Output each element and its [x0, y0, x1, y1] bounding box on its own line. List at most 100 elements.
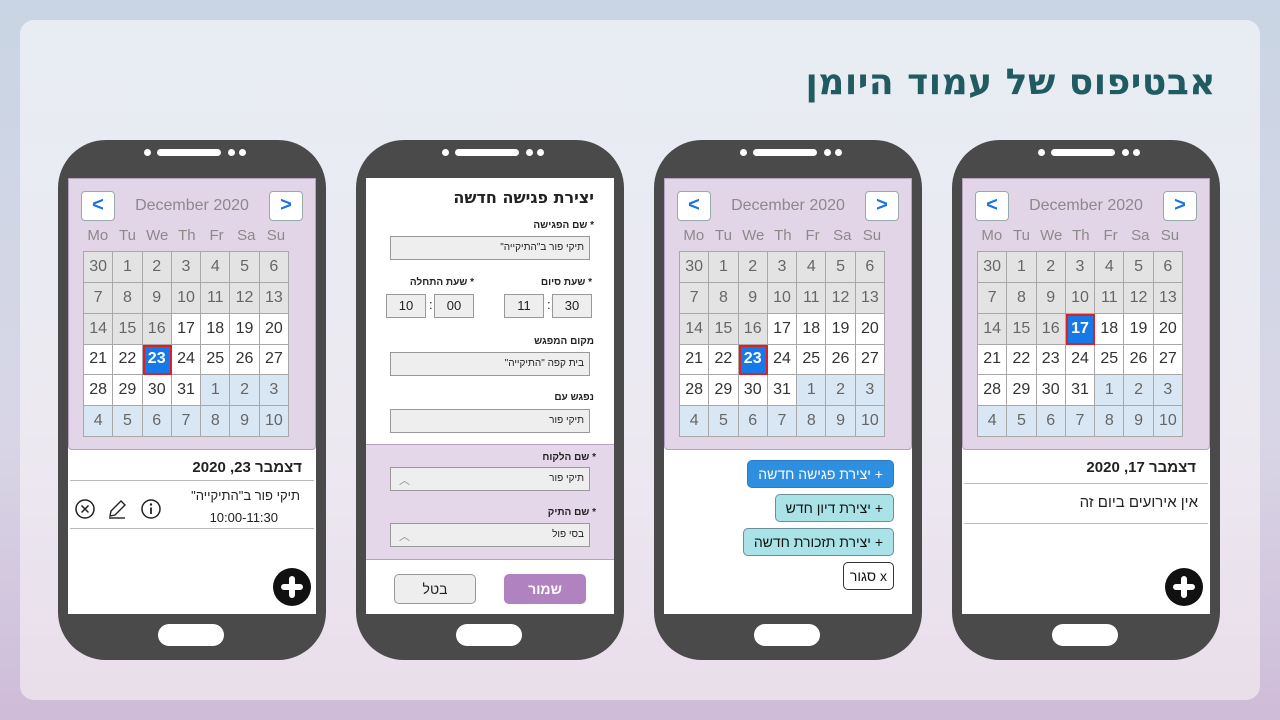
calendar-day[interactable]: 3 — [767, 252, 798, 283]
calendar-day[interactable]: 5 — [1124, 252, 1154, 283]
calendar-day[interactable]: 30 — [84, 252, 114, 283]
calendar-day[interactable]: 7 — [767, 406, 798, 437]
calendar-day[interactable]: 5 — [1007, 406, 1037, 437]
calendar-day[interactable]: 7 — [171, 406, 202, 437]
end-minute-input[interactable]: 30 — [552, 294, 592, 318]
calendar-day[interactable]: 1 — [1007, 252, 1037, 283]
calendar-day[interactable]: 3 — [1153, 375, 1183, 407]
calendar-day[interactable]: 12 — [1124, 282, 1154, 314]
calendar-day[interactable]: 2 — [826, 375, 856, 407]
calendar-day[interactable]: 4 — [680, 406, 710, 437]
calendar-day[interactable]: 1 — [1095, 375, 1125, 407]
calendar-day[interactable]: 25 — [1095, 344, 1125, 376]
calendar-day[interactable]: 20 — [855, 313, 885, 345]
calendar-day[interactable]: 2 — [1124, 375, 1154, 407]
calendar-day[interactable]: 1 — [113, 252, 143, 283]
calendar-day[interactable]: 7 — [84, 282, 114, 314]
meet-with-input[interactable]: תיקי פור — [390, 409, 590, 433]
calendar-day[interactable]: 6 — [1153, 252, 1183, 283]
calendar-day[interactable]: 9 — [738, 282, 768, 314]
calendar-day[interactable]: 24 — [767, 344, 798, 376]
calendar-day[interactable]: 26 — [230, 344, 260, 376]
calendar-day[interactable]: 10 — [855, 406, 885, 437]
calendar-day[interactable]: 31 — [171, 375, 202, 407]
calendar-day[interactable]: 26 — [1124, 344, 1154, 376]
calendar-day[interactable]: 28 — [680, 375, 710, 407]
calendar-day[interactable]: 17 — [767, 313, 798, 345]
calendar-day[interactable]: 3 — [259, 375, 289, 407]
calendar-day[interactable]: 23 — [142, 344, 172, 376]
calendar-day[interactable]: 28 — [978, 375, 1008, 407]
calendar-day[interactable]: 21 — [84, 344, 114, 376]
calendar-day[interactable]: 7 — [1065, 406, 1096, 437]
calendar-day[interactable]: 6 — [142, 406, 172, 437]
delete-icon[interactable] — [74, 498, 96, 520]
calendar-day[interactable]: 30 — [1036, 375, 1066, 407]
calendar-day[interactable]: 13 — [259, 282, 289, 314]
calendar-day[interactable]: 8 — [113, 282, 143, 314]
calendar-day[interactable]: 22 — [709, 344, 739, 376]
calendar-day[interactable]: 7 — [978, 282, 1008, 314]
calendar-day[interactable]: 13 — [855, 282, 885, 314]
calendar-day[interactable]: 1 — [201, 375, 231, 407]
close-menu-button[interactable]: x סגור — [842, 562, 894, 590]
calendar-day[interactable]: 15 — [113, 313, 143, 345]
calendar-day[interactable]: 5 — [826, 252, 856, 283]
calendar-day[interactable]: 11 — [1095, 282, 1125, 314]
add-event-button[interactable] — [273, 568, 311, 606]
location-input[interactable]: בית קפה "התיקייה" — [390, 352, 590, 376]
calendar-day[interactable]: 8 — [1007, 282, 1037, 314]
prev-month-button[interactable]: < — [975, 191, 1009, 221]
calendar-day[interactable]: 22 — [113, 344, 143, 376]
calendar-day[interactable]: 5 — [113, 406, 143, 437]
calendar-day[interactable]: 8 — [201, 406, 231, 437]
next-month-button[interactable]: > — [1163, 191, 1197, 221]
calendar-day[interactable]: 11 — [797, 282, 827, 314]
calendar-day[interactable]: 12 — [826, 282, 856, 314]
calendar-day[interactable]: 6 — [1036, 406, 1066, 437]
calendar-day[interactable]: 2 — [230, 375, 260, 407]
calendar-day[interactable]: 6 — [855, 252, 885, 283]
calendar-day[interactable]: 11 — [201, 282, 231, 314]
calendar-day[interactable]: 5 — [709, 406, 739, 437]
calendar-day[interactable]: 19 — [230, 313, 260, 345]
calendar-day[interactable]: 2 — [738, 252, 768, 283]
calendar-day[interactable]: 23 — [1036, 344, 1066, 376]
next-month-button[interactable]: > — [269, 191, 303, 221]
calendar-day[interactable]: 10 — [767, 282, 798, 314]
calendar-day[interactable]: 17 — [1065, 313, 1096, 345]
save-button[interactable]: שמור — [504, 574, 586, 604]
calendar-day[interactable]: 19 — [1124, 313, 1154, 345]
cancel-button[interactable]: בטל — [394, 574, 476, 604]
calendar-day[interactable]: 27 — [855, 344, 885, 376]
calendar-day[interactable]: 27 — [259, 344, 289, 376]
calendar-day[interactable]: 30 — [142, 375, 172, 407]
calendar-day[interactable]: 4 — [978, 406, 1008, 437]
calendar-day[interactable]: 20 — [1153, 313, 1183, 345]
case-name-select[interactable]: בסי פול ︿ — [390, 523, 590, 547]
end-hour-input[interactable]: 11 — [504, 294, 544, 318]
calendar-day[interactable]: 16 — [1036, 313, 1066, 345]
calendar-day[interactable]: 10 — [171, 282, 202, 314]
calendar-day[interactable]: 26 — [826, 344, 856, 376]
calendar-day[interactable]: 2 — [1036, 252, 1066, 283]
event-title[interactable]: תיקי פור ב"התיקייה" — [191, 488, 300, 503]
calendar-day[interactable]: 29 — [1007, 375, 1037, 407]
start-hour-input[interactable]: 10 — [386, 294, 426, 318]
calendar-day[interactable]: 30 — [680, 252, 710, 283]
calendar-day[interactable]: 1 — [797, 375, 827, 407]
calendar-day[interactable]: 29 — [709, 375, 739, 407]
meeting-name-input[interactable]: תיקי פור ב"התיקייה" — [390, 236, 590, 260]
calendar-day[interactable]: 6 — [738, 406, 768, 437]
calendar-day[interactable]: 15 — [709, 313, 739, 345]
calendar-day[interactable]: 8 — [1095, 406, 1125, 437]
calendar-day[interactable]: 22 — [1007, 344, 1037, 376]
calendar-day[interactable]: 10 — [1153, 406, 1183, 437]
new-reminder-button[interactable]: + יצירת תזכורת חדשה — [742, 528, 894, 556]
calendar-day[interactable]: 4 — [84, 406, 114, 437]
calendar-day[interactable]: 4 — [797, 252, 827, 283]
calendar-day[interactable]: 14 — [978, 313, 1008, 345]
calendar-day[interactable]: 30 — [978, 252, 1008, 283]
calendar-day[interactable]: 7 — [680, 282, 710, 314]
calendar-day[interactable]: 9 — [1124, 406, 1154, 437]
